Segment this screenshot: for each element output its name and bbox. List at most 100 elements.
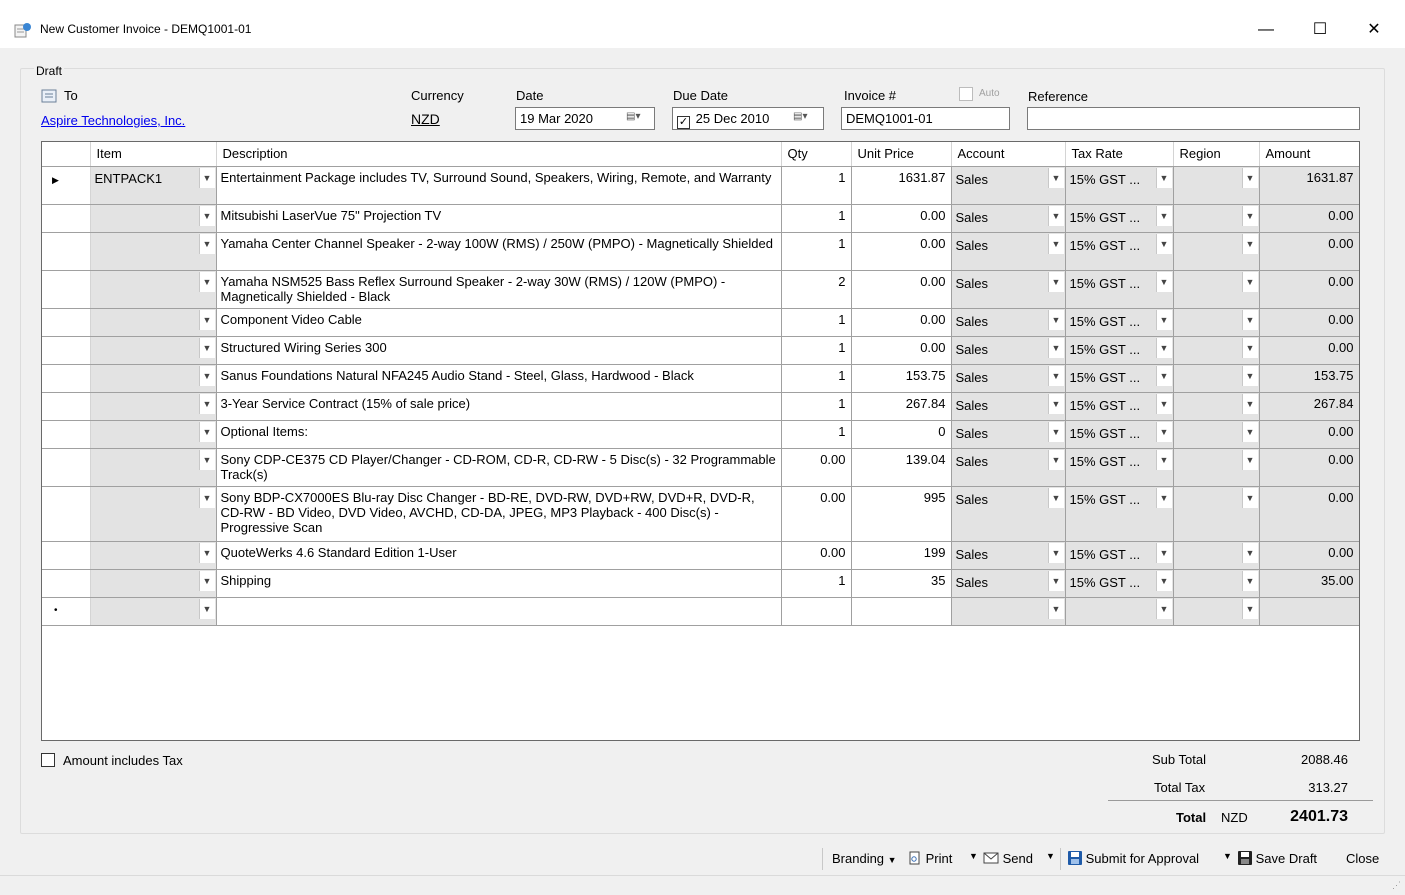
- tax-rate-combo[interactable]: 15% GST ... ▼: [1065, 448, 1174, 487]
- qty-cell[interactable]: 0.00: [781, 486, 852, 542]
- row-selector[interactable]: [42, 420, 91, 449]
- table-row[interactable]: ▼ QuoteWerks 4.6 Standard Edition 1-User 0…: [42, 541, 1359, 570]
- row-selector[interactable]: [42, 232, 91, 271]
- chevron-down-icon[interactable]: ▼: [1047, 365, 1064, 386]
- column-header-amount[interactable]: Amount: [1259, 142, 1359, 167]
- qty-cell[interactable]: 1: [781, 364, 852, 393]
- description-cell[interactable]: Structured Wiring Series 300: [216, 336, 782, 365]
- chevron-down-icon[interactable]: ▼: [1241, 393, 1258, 414]
- chevron-down-icon[interactable]: ▼: [1241, 167, 1258, 188]
- column-header-unit-price[interactable]: Unit Price: [851, 142, 952, 167]
- account-combo[interactable]: Sales ▼: [951, 204, 1066, 233]
- account-combo[interactable]: Sales ▼: [951, 448, 1066, 487]
- row-selector[interactable]: [42, 308, 91, 337]
- row-selector[interactable]: [42, 364, 91, 393]
- unit-price-cell[interactable]: 35: [851, 569, 952, 598]
- account-combo[interactable]: Sales ▼: [951, 541, 1066, 570]
- chevron-down-icon[interactable]: ▼: [198, 205, 215, 226]
- qty-cell[interactable]: 1: [781, 420, 852, 449]
- account-combo[interactable]: Sales ▼: [951, 569, 1066, 598]
- table-row[interactable]: ▼ Mitsubishi LaserVue 75" Projection TV 1 0…: [42, 204, 1359, 233]
- chevron-down-icon[interactable]: ▼: [198, 393, 215, 414]
- new-row[interactable]: • ▼ ▼ ▼ ▼: [42, 597, 1359, 626]
- tax-rate-combo[interactable]: 15% GST ... ▼: [1065, 204, 1174, 233]
- qty-cell[interactable]: 0.00: [781, 448, 852, 487]
- item-combo[interactable]: ▼: [90, 541, 217, 570]
- row-selector[interactable]: [42, 448, 91, 487]
- chevron-down-icon[interactable]: ▼: [1241, 365, 1258, 386]
- table-row[interactable]: ▼ Sanus Foundations Natural NFA245 Audio …: [42, 364, 1359, 393]
- auto-checkbox[interactable]: [959, 87, 973, 101]
- tax-rate-combo[interactable]: 15% GST ... ▼: [1065, 420, 1174, 449]
- region-combo[interactable]: ▼: [1173, 232, 1260, 271]
- chevron-down-icon[interactable]: ▼: [198, 365, 215, 386]
- table-row[interactable]: ▼ Component Video Cable 1 0.00 Sales ▼ 15% GST…: [42, 308, 1359, 337]
- item-combo[interactable]: ▼: [90, 486, 217, 542]
- tax-rate-combo[interactable]: 15% GST ... ▼: [1065, 308, 1174, 337]
- chevron-down-icon[interactable]: ▼: [198, 337, 215, 358]
- qty-cell[interactable]: 0.00: [781, 541, 852, 570]
- close-window-button[interactable]: ✕: [1351, 14, 1397, 46]
- calendar-dropdown-icon[interactable]: ▤▾: [793, 111, 813, 127]
- qty-cell[interactable]: 1: [781, 392, 852, 421]
- chevron-down-icon[interactable]: ▼: [1047, 570, 1064, 591]
- chevron-down-icon[interactable]: ▼: [1155, 309, 1172, 330]
- table-row[interactable]: ▼ Sony BDP-CX7000ES Blu-ray Disc Changer …: [42, 486, 1359, 542]
- chevron-down-icon[interactable]: ▼: [1155, 570, 1172, 591]
- row-selector[interactable]: [42, 541, 91, 570]
- due-date-checkbox[interactable]: ✓: [677, 116, 690, 129]
- table-row[interactable]: ▼ Structured Wiring Series 300 1 0.00 Sales ▼…: [42, 336, 1359, 365]
- chevron-down-icon[interactable]: ▼: [1155, 487, 1172, 508]
- unit-price-cell[interactable]: 0.00: [851, 336, 952, 365]
- unit-price-cell[interactable]: 995: [851, 486, 952, 542]
- tax-rate-combo[interactable]: 15% GST ... ▼: [1065, 364, 1174, 393]
- unit-price-cell[interactable]: 0.00: [851, 270, 952, 309]
- chevron-down-icon[interactable]: ▼: [1047, 167, 1064, 188]
- table-row[interactable]: ▼ Sony CDP-CE375 CD Player/Changer - CD-R…: [42, 448, 1359, 487]
- chevron-down-icon[interactable]: ▼: [1155, 449, 1172, 470]
- chevron-down-icon[interactable]: ▼: [1155, 167, 1172, 188]
- account-combo[interactable]: Sales ▼: [951, 364, 1066, 393]
- column-header-region[interactable]: Region: [1173, 142, 1260, 167]
- tax-rate-combo[interactable]: 15% GST ... ▼: [1065, 486, 1174, 542]
- unit-price-cell[interactable]: 139.04: [851, 448, 952, 487]
- chevron-down-icon[interactable]: ▼: [1241, 421, 1258, 442]
- table-row[interactable]: ▼ Shipping 1 35 Sales ▼ 15% GST ... ▼ ▼ 35.00: [42, 569, 1359, 598]
- chevron-down-icon[interactable]: ▼: [1155, 365, 1172, 386]
- description-cell[interactable]: [216, 597, 782, 626]
- item-combo[interactable]: ▼: [90, 232, 217, 271]
- chevron-down-icon[interactable]: ▼: [1155, 542, 1172, 563]
- chevron-down-icon[interactable]: ▼: [1047, 421, 1064, 442]
- item-combo[interactable]: ▼: [90, 392, 217, 421]
- description-cell[interactable]: Mitsubishi LaserVue 75" Projection TV: [216, 204, 782, 233]
- table-row[interactable]: ▶ ENTPACK1 ▼ Entertainment Package includes…: [42, 166, 1359, 205]
- reference-field[interactable]: [1027, 107, 1360, 130]
- description-cell[interactable]: Sony BDP-CX7000ES Blu-ray Disc Changer -…: [216, 486, 782, 542]
- unit-price-cell[interactable]: 1631.87: [851, 166, 952, 205]
- item-combo[interactable]: ▼: [90, 204, 217, 233]
- chevron-down-icon[interactable]: ▼: [1241, 233, 1258, 254]
- amount-includes-tax-checkbox[interactable]: [41, 753, 55, 767]
- print-dropdown-arrow[interactable]: ▼: [969, 851, 978, 861]
- item-combo[interactable]: ENTPACK1 ▼: [90, 166, 217, 205]
- qty-cell[interactable]: 1: [781, 232, 852, 271]
- account-combo[interactable]: Sales ▼: [951, 486, 1066, 542]
- tax-rate-combo[interactable]: 15% GST ... ▼: [1065, 336, 1174, 365]
- chevron-down-icon[interactable]: ▼: [1241, 570, 1258, 591]
- chevron-down-icon[interactable]: ▼: [1241, 598, 1258, 619]
- chevron-down-icon[interactable]: ▼: [1155, 393, 1172, 414]
- item-combo[interactable]: ▼: [90, 308, 217, 337]
- save-draft-button[interactable]: Save Draft: [1238, 851, 1317, 866]
- qty-cell[interactable]: 1: [781, 569, 852, 598]
- qty-cell[interactable]: 1: [781, 204, 852, 233]
- branding-dropdown[interactable]: Branding ▼: [832, 851, 897, 866]
- description-cell[interactable]: Component Video Cable: [216, 308, 782, 337]
- account-combo[interactable]: ▼: [951, 597, 1066, 626]
- column-header-description[interactable]: Description: [216, 142, 782, 167]
- region-combo[interactable]: ▼: [1173, 420, 1260, 449]
- chevron-down-icon[interactable]: ▼: [198, 598, 215, 619]
- description-cell[interactable]: Yamaha Center Channel Speaker - 2-way 10…: [216, 232, 782, 271]
- row-selector[interactable]: •: [42, 597, 91, 626]
- unit-price-cell[interactable]: 153.75: [851, 364, 952, 393]
- minimize-button[interactable]: —: [1243, 14, 1289, 46]
